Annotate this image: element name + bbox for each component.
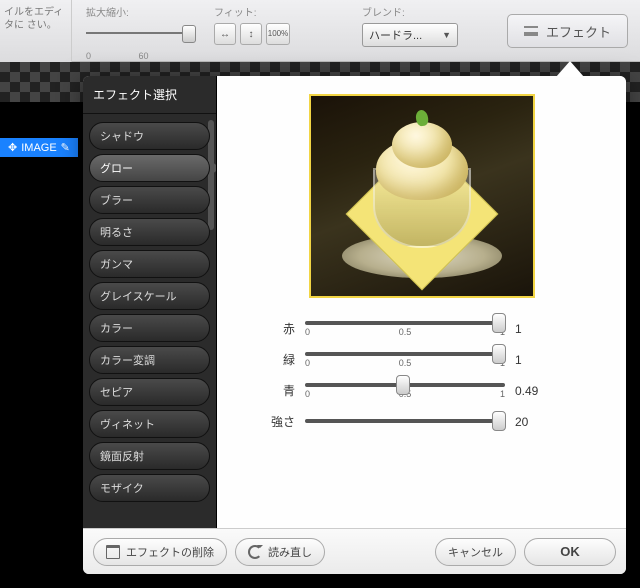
effect-list-panel: エフェクト選択 シャドウグローブラー明るさガンマグレイスケールカラーカラー変調セ… bbox=[83, 76, 217, 528]
slider-label: 赤 bbox=[251, 320, 295, 337]
preview-pane: 赤 00.51 1 緑 00.51 1 青 00.51 0.49 強さ 20 bbox=[217, 76, 626, 528]
slider-row-3: 強さ 20 bbox=[251, 413, 602, 430]
effect-item-10[interactable]: 鏡面反射 bbox=[89, 442, 210, 470]
blend-group: ブレンド: ハードラ... ▼ bbox=[362, 4, 458, 47]
slider-row-0: 赤 00.51 1 bbox=[251, 320, 602, 337]
slider-label: 強さ bbox=[251, 413, 295, 430]
ok-button[interactable]: OK bbox=[524, 538, 616, 566]
slider-thumb[interactable] bbox=[492, 313, 506, 333]
fit-group: フィット: ↔ ↕ 100% bbox=[214, 4, 290, 45]
sliders-icon bbox=[524, 26, 538, 36]
reload-label: 読み直し bbox=[268, 544, 312, 560]
effect-item-11[interactable]: モザイク bbox=[89, 474, 210, 502]
effect-dialog: エフェクト選択 シャドウグローブラー明るさガンマグレイスケールカラーカラー変調セ… bbox=[83, 76, 626, 574]
slider-value: 1 bbox=[515, 353, 555, 367]
preview-image bbox=[309, 94, 535, 298]
slider-thumb[interactable] bbox=[492, 344, 506, 364]
effect-item-6[interactable]: カラー bbox=[89, 314, 210, 342]
chevron-down-icon: ▼ bbox=[442, 30, 451, 40]
zoom-tick-mid: 60 bbox=[139, 51, 149, 61]
effect-item-5[interactable]: グレイスケール bbox=[89, 282, 210, 310]
effect-item-0[interactable]: シャドウ bbox=[89, 122, 210, 150]
image-layer-tag[interactable]: ✥ IMAGE ✎ bbox=[0, 138, 78, 157]
delete-effect-label: エフェクトの削除 bbox=[126, 544, 214, 560]
zoom-slider[interactable] bbox=[86, 23, 196, 45]
slider-value: 1 bbox=[515, 322, 555, 336]
ok-label: OK bbox=[560, 544, 580, 559]
effect-item-2[interactable]: ブラー bbox=[89, 186, 210, 214]
zoom-group: 拡大縮小: 0 60 bbox=[86, 4, 196, 61]
slider-row-1: 緑 00.51 1 bbox=[251, 351, 602, 368]
edit-icon: ✎ bbox=[61, 141, 70, 154]
effect-item-7[interactable]: カラー変調 bbox=[89, 346, 210, 374]
reload-button[interactable]: 読み直し bbox=[235, 538, 325, 566]
slider-value: 0.49 bbox=[515, 384, 555, 398]
slider[interactable]: 00.51 bbox=[305, 352, 505, 368]
top-toolbar: イルをエディタに さい。 拡大縮小: 0 60 フィット: ↔ ↕ 100% ブ… bbox=[0, 0, 640, 62]
slider[interactable]: 00.51 bbox=[305, 321, 505, 337]
blend-select[interactable]: ハードラ... ▼ bbox=[362, 23, 458, 47]
effect-button-label: エフェクト bbox=[546, 22, 611, 41]
effect-button[interactable]: エフェクト bbox=[507, 14, 628, 48]
cancel-button[interactable]: キャンセル bbox=[435, 538, 516, 566]
delete-effect-button[interactable]: エフェクトの削除 bbox=[93, 538, 227, 566]
slider[interactable] bbox=[305, 419, 505, 425]
slider-row-2: 青 00.51 0.49 bbox=[251, 382, 602, 399]
fit-label: フィット: bbox=[214, 4, 290, 19]
fit-vertical-button[interactable]: ↕ bbox=[240, 23, 262, 45]
zoom-thumb[interactable] bbox=[182, 25, 196, 43]
zoom-label: 拡大縮小: bbox=[86, 4, 196, 19]
effect-items: シャドウグローブラー明るさガンマグレイスケールカラーカラー変調セピアヴィネット鏡… bbox=[83, 114, 216, 528]
slider-value: 20 bbox=[515, 415, 555, 429]
slider-thumb[interactable] bbox=[396, 375, 410, 395]
move-icon: ✥ bbox=[8, 141, 17, 154]
effect-item-4[interactable]: ガンマ bbox=[89, 250, 210, 278]
slider-label: 青 bbox=[251, 382, 295, 399]
dialog-arrow bbox=[556, 61, 584, 77]
slider-stack: 赤 00.51 1 緑 00.51 1 青 00.51 0.49 強さ 20 bbox=[251, 320, 602, 430]
image-tag-label: IMAGE bbox=[21, 142, 56, 154]
left-panel-fragment: イルをエディタに さい。 bbox=[0, 0, 72, 62]
fit-horizontal-button[interactable]: ↔ bbox=[214, 23, 236, 45]
blend-value: ハードラ... bbox=[369, 27, 422, 43]
reload-icon bbox=[248, 545, 262, 559]
effect-item-8[interactable]: セピア bbox=[89, 378, 210, 406]
slider-thumb[interactable] bbox=[492, 411, 506, 431]
zoom-tick-min: 0 bbox=[86, 51, 91, 61]
dialog-footer: エフェクトの削除 読み直し キャンセル OK bbox=[83, 528, 626, 574]
trash-icon bbox=[106, 545, 120, 559]
blend-label: ブレンド: bbox=[362, 4, 458, 19]
slider-label: 緑 bbox=[251, 351, 295, 368]
effect-item-9[interactable]: ヴィネット bbox=[89, 410, 210, 438]
effect-item-1[interactable]: グロー bbox=[89, 154, 210, 182]
cancel-label: キャンセル bbox=[448, 544, 503, 560]
fit-100-button[interactable]: 100% bbox=[266, 23, 290, 45]
effect-list-title: エフェクト選択 bbox=[83, 76, 216, 114]
slider[interactable]: 00.51 bbox=[305, 383, 505, 399]
effect-item-3[interactable]: 明るさ bbox=[89, 218, 210, 246]
